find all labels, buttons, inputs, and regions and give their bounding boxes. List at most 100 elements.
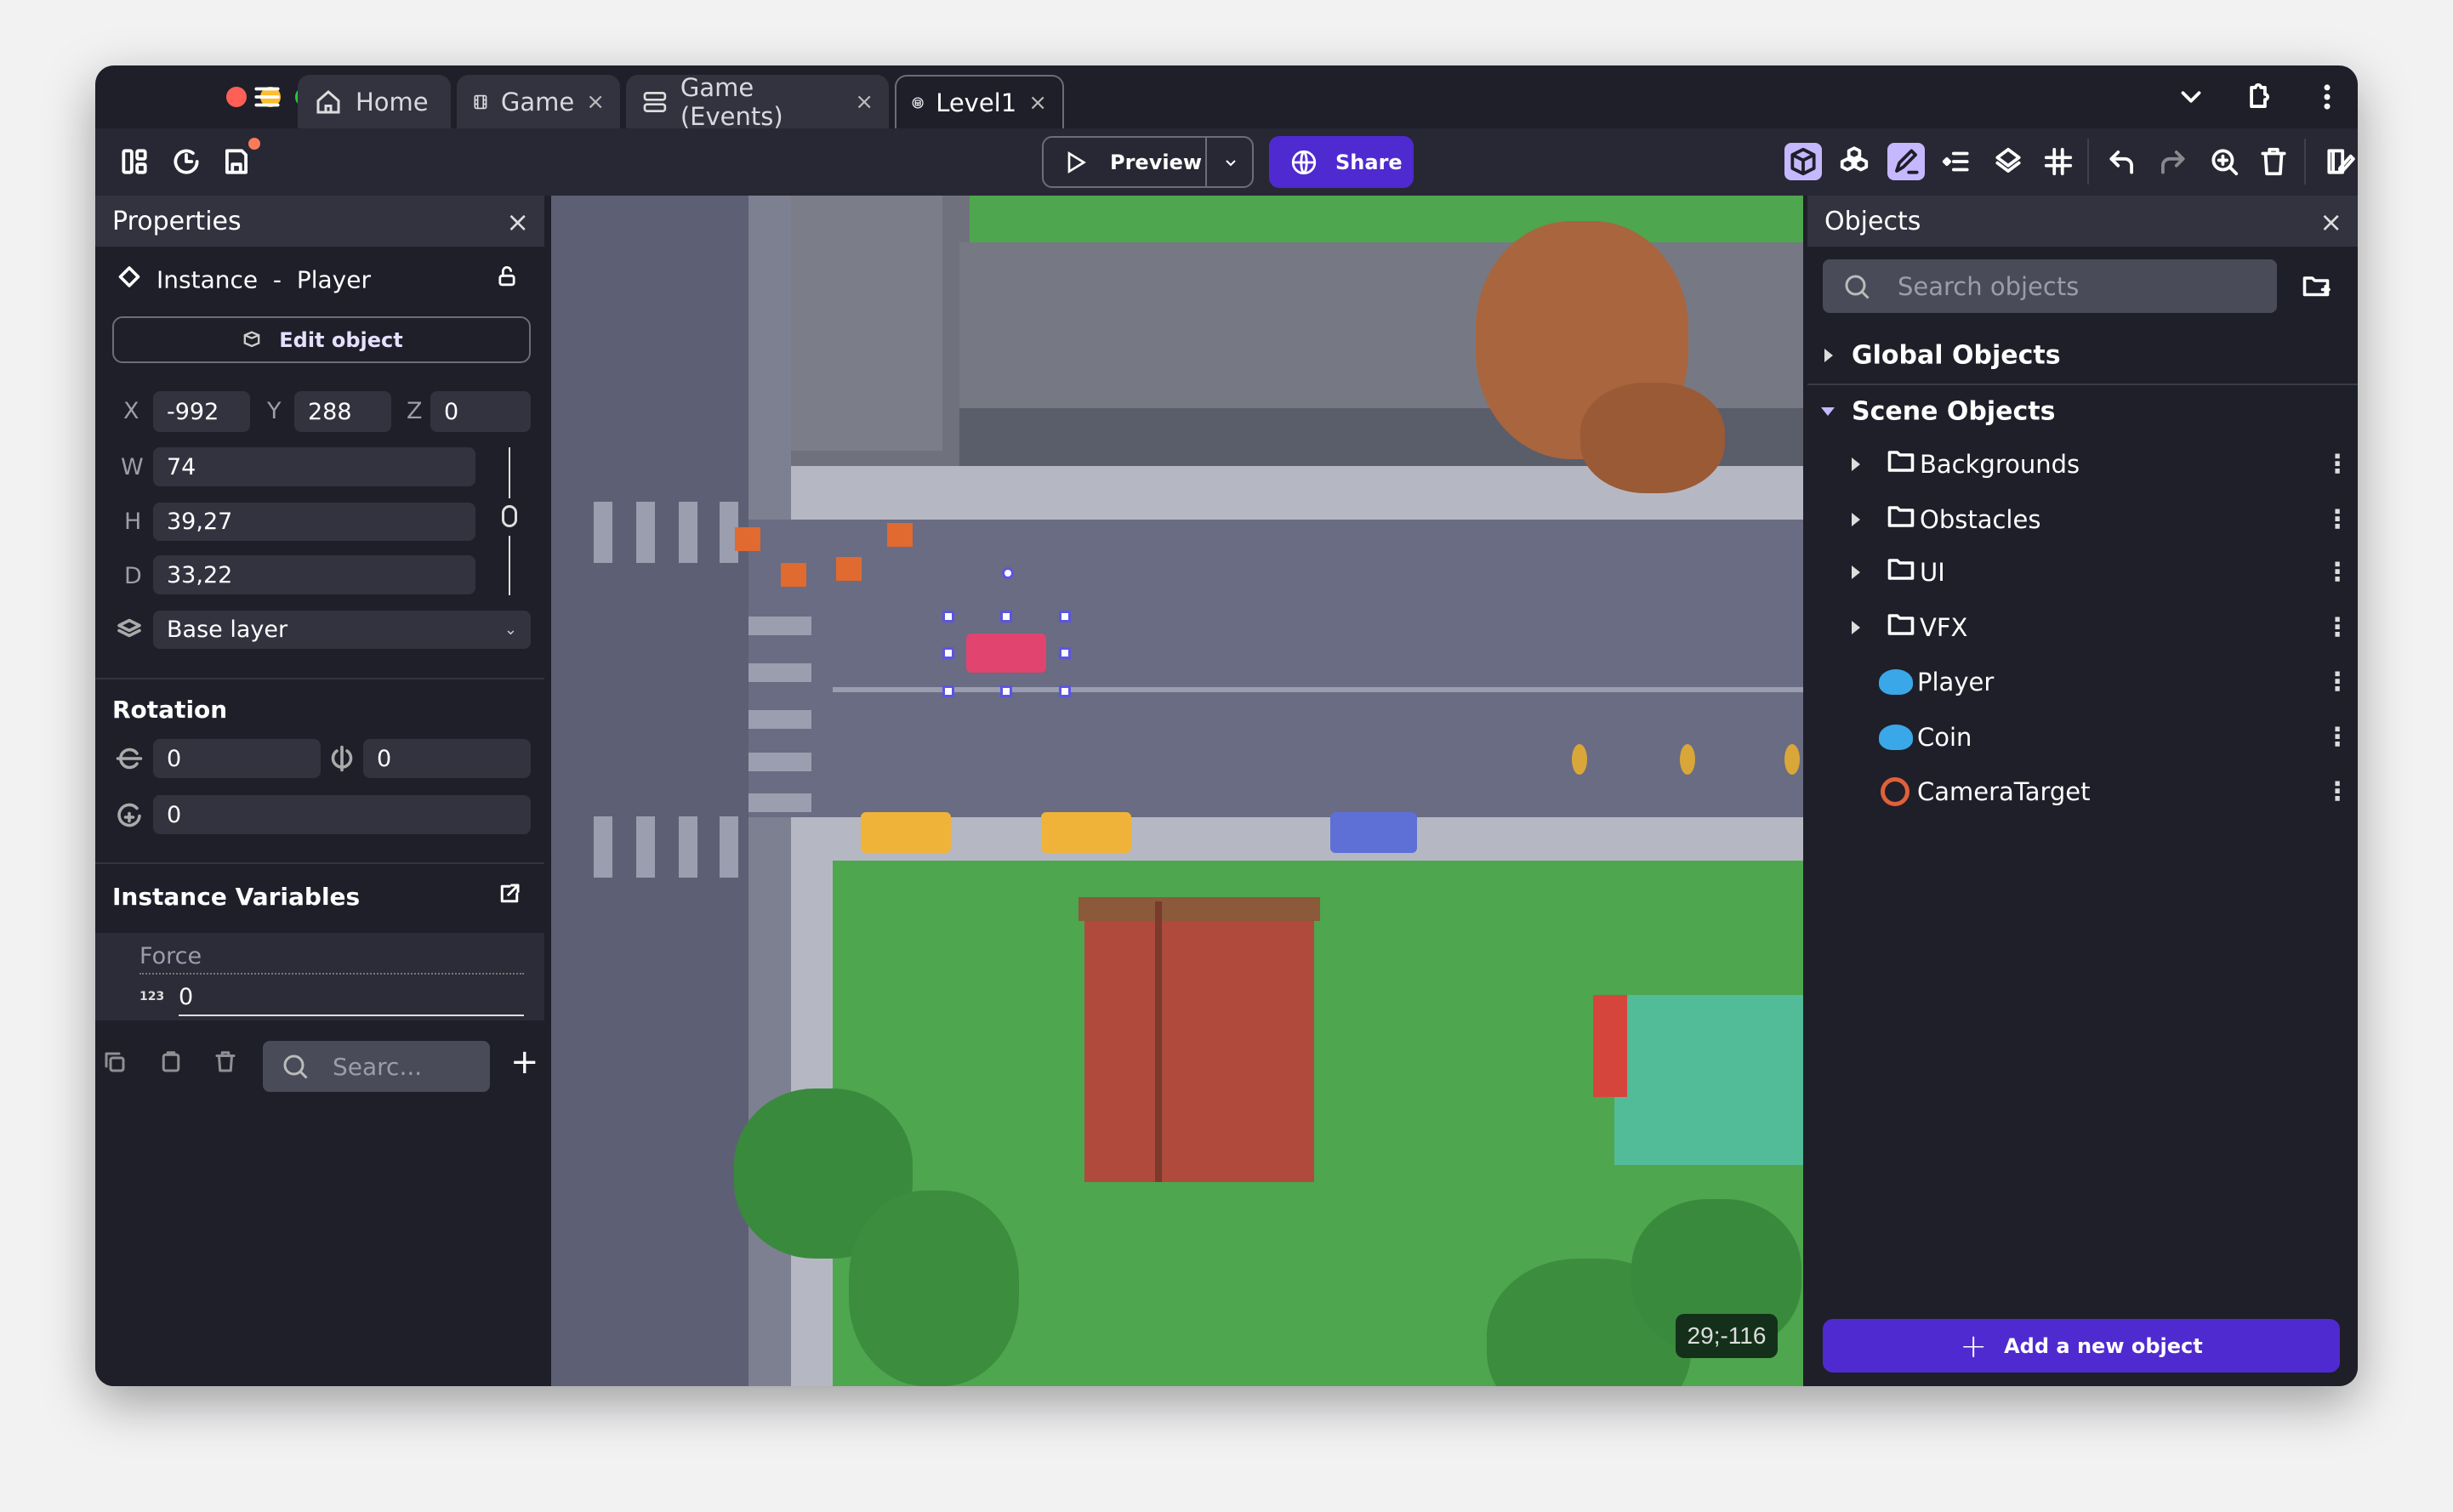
width-input[interactable]: 74 (153, 447, 475, 486)
trash-icon[interactable] (2255, 143, 2292, 180)
zoom-icon[interactable] (2205, 143, 2243, 180)
add-object-button[interactable]: + Add a new object (1823, 1319, 2340, 1373)
undo-icon[interactable] (2103, 143, 2141, 180)
paste-icon[interactable] (158, 1049, 184, 1078)
tab-level1[interactable]: Level1 × (895, 75, 1064, 128)
rotation-z-input[interactable]: 0 (153, 795, 531, 834)
cone (887, 523, 913, 547)
player-car[interactable] (966, 634, 1046, 673)
close-icon[interactable]: × (2319, 206, 2342, 238)
close-icon[interactable]: × (506, 206, 529, 238)
global-objects-group[interactable]: Global Objects (1807, 330, 2358, 381)
unsaved-badge (248, 138, 260, 150)
layer-select[interactable]: Base layer ⌄ (153, 611, 531, 649)
more-icon[interactable]: ⋮ (2325, 450, 2350, 480)
resize-handle[interactable] (1000, 611, 1012, 622)
preview-button[interactable]: Preview (1044, 138, 1205, 186)
copy-icon[interactable] (102, 1049, 128, 1078)
scene-canvas[interactable]: 29;-116 (551, 196, 1803, 1386)
rotation-x-input[interactable]: 0 (153, 739, 321, 778)
rotation-y-input[interactable]: 0 (363, 739, 531, 778)
link-line (509, 536, 510, 595)
edit-notes-icon[interactable] (2321, 143, 2358, 180)
house-wall (1593, 995, 1627, 1097)
resize-handle[interactable] (942, 611, 954, 622)
folder-obstacles[interactable]: Obstacles ⋮ (1807, 494, 2358, 545)
history-icon[interactable] (168, 143, 205, 180)
scene-objects-group[interactable]: Scene Objects (1807, 386, 2358, 437)
rotate-handle[interactable] (1002, 567, 1014, 579)
target-icon (1881, 777, 1909, 806)
3d-object-icon[interactable] (1784, 143, 1822, 180)
tab-game-events[interactable]: Game (Events) × (626, 73, 889, 131)
divider (95, 678, 544, 679)
cone (735, 527, 760, 551)
grid-icon[interactable] (2040, 143, 2077, 180)
home-icon (316, 89, 340, 113)
object-groups-icon[interactable] (1835, 143, 1873, 180)
resize-handle[interactable] (1059, 647, 1071, 659)
cone (836, 557, 862, 581)
redo-icon[interactable] (2154, 143, 2191, 180)
variable-value-input[interactable]: 0 (179, 984, 193, 1010)
height-input[interactable]: 39,27 (153, 503, 475, 541)
resize-handle[interactable] (942, 685, 954, 697)
close-tab-icon[interactable]: × (855, 89, 874, 115)
more-icon[interactable]: ⋮ (2325, 668, 2350, 697)
object-cameratarget[interactable]: CameraTarget ⋮ (1807, 766, 2358, 817)
link-ratio-icon[interactable] (502, 505, 517, 527)
layers-icon (114, 614, 145, 648)
panels-icon[interactable] (116, 143, 153, 180)
object-label: Coin (1917, 723, 1972, 752)
more-icon[interactable]: ⋮ (2325, 777, 2350, 807)
tab-home[interactable]: Home (298, 75, 451, 128)
folder-backgrounds[interactable]: Backgrounds ⋮ (1807, 439, 2358, 490)
more-icon[interactable]: ⋮ (2325, 505, 2350, 535)
instances-list-icon[interactable] (1938, 143, 1975, 180)
variables-search-input[interactable]: Searc... (263, 1041, 490, 1092)
instance-variables-heading: Instance Variables (112, 883, 361, 911)
variable-name[interactable]: Force (139, 943, 202, 969)
resize-handle[interactable] (1000, 685, 1012, 697)
y-input[interactable]: 288 (294, 391, 391, 432)
more-icon[interactable]: ⋮ (2325, 613, 2350, 643)
more-icon[interactable]: ⋮ (2325, 723, 2350, 753)
lock-icon[interactable] (495, 265, 519, 295)
close-tab-icon[interactable]: × (1028, 90, 1047, 116)
save-icon[interactable] (218, 138, 260, 180)
depth-input[interactable]: 33,22 (153, 555, 475, 594)
3d-box-icon (243, 330, 260, 347)
open-external-icon[interactable] (497, 881, 522, 910)
folder-ui[interactable]: UI ⋮ (1807, 547, 2358, 598)
resize-handle[interactable] (1059, 685, 1071, 697)
edit-mode-icon[interactable] (1887, 143, 1925, 180)
more-icon[interactable]: ⋮ (2325, 558, 2350, 588)
sprite-icon (1879, 725, 1913, 750)
cone (781, 563, 806, 587)
resize-handle[interactable] (1059, 611, 1071, 622)
z-input[interactable]: 0 (430, 391, 531, 432)
object-coin[interactable]: Coin ⋮ (1807, 712, 2358, 763)
share-button[interactable]: Share (1269, 136, 1414, 188)
objects-panel: Objects × Search objects Global Objects S… (1807, 196, 2358, 1386)
tab-game[interactable]: Game × (457, 75, 620, 128)
close-tab-icon[interactable]: × (586, 89, 605, 115)
object-player[interactable]: Player ⋮ (1807, 657, 2358, 708)
chevron-down-icon[interactable] (2172, 78, 2210, 116)
more-icon[interactable] (2308, 78, 2346, 116)
extension-icon[interactable] (2240, 78, 2277, 116)
add-variable-icon[interactable]: + (510, 1043, 539, 1082)
x-input[interactable]: -992 (153, 391, 250, 432)
delete-icon[interactable] (213, 1049, 238, 1078)
search-objects-input[interactable]: Search objects (1823, 259, 2277, 313)
folder-vfx[interactable]: VFX ⋮ (1807, 602, 2358, 653)
link-line (509, 447, 510, 498)
add-folder-icon[interactable] (2301, 270, 2331, 304)
edit-object-button[interactable]: Edit object (112, 316, 531, 363)
menu-icon[interactable] (248, 78, 286, 116)
properties-panel: Properties × Instance - Player Edit objec… (95, 196, 544, 1386)
close-window-button[interactable] (226, 87, 247, 107)
preview-options-button[interactable] (1207, 138, 1254, 186)
layers-icon[interactable] (1989, 143, 2027, 180)
resize-handle[interactable] (942, 647, 954, 659)
